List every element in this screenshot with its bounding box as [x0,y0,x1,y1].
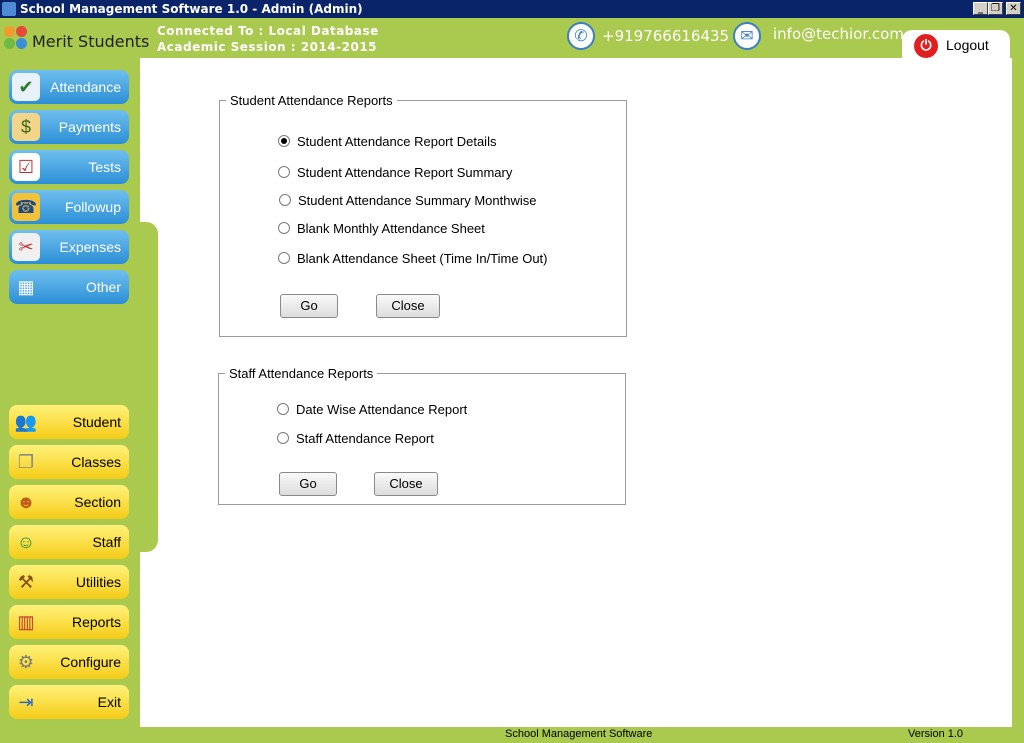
student-report-option[interactable]: Student Attendance Summary Monthwise [279,193,536,209]
option-label: Student Attendance Summary Monthwise [298,193,537,208]
phone-number: +919766616435 [602,27,730,45]
sidebar-item-label: Expenses [59,239,121,255]
radio-button[interactable] [279,194,291,206]
sidebar-item-label: Staff [92,534,121,550]
student-close-button[interactable]: Close [376,294,440,318]
window-titlebar: School Management Software 1.0 - Admin (… [0,0,1024,18]
student-go-button[interactable]: Go [280,294,338,318]
classes-icon: ❐ [17,452,35,472]
minimize-button[interactable]: _ [973,2,988,15]
student-icon: 👥 [14,412,38,432]
radio-button[interactable] [278,252,290,264]
status-app-name: School Management Software [505,728,653,740]
option-label: Blank Attendance Sheet (Time In/Time Out… [297,251,548,266]
option-label: Student Attendance Report Summary [297,165,513,180]
email-icon: ✉ [733,22,761,50]
option-label: Staff Attendance Report [296,431,434,446]
sidebar-item-label: Other [85,279,121,295]
student-report-option[interactable]: Blank Monthly Attendance Sheet [278,221,485,237]
logo-text: Merit Students [32,32,150,51]
phone-icon: ✆ [567,22,595,50]
connection-info: Connected To : Local Database Academic S… [157,23,379,55]
student-reports-legend: Student Attendance Reports [230,93,393,108]
radio-button[interactable] [277,432,289,444]
option-label: Blank Monthly Attendance Sheet [297,221,485,236]
student-report-option[interactable]: Student Attendance Report Summary [278,165,512,181]
sidebar-item-reports[interactable]: ▥ Reports [9,605,129,639]
sidebar-item-label: Student [72,414,121,430]
staff-report-option[interactable]: Staff Attendance Report [277,431,434,447]
sidebar-item-configure[interactable]: ⚙ Configure [9,645,129,679]
utilities-icon: ⚒ [17,572,35,592]
sidebar-item-label: Configure [60,654,121,670]
power-icon: ⏻ [914,34,938,58]
sidebar-notch [140,222,158,552]
radio-button[interactable] [277,403,289,415]
email-address: info@techior.com [773,25,904,43]
sidebar-item-utilities[interactable]: ⚒ Utilities [9,565,129,599]
radio-button[interactable] [278,135,290,147]
sidebar-item-staff[interactable]: ☺ Staff [9,525,129,559]
sidebar-item-classes[interactable]: ❐ Classes [9,445,129,479]
option-label: Student Attendance Report Details [297,134,497,149]
radio-button[interactable] [278,166,290,178]
student-report-option[interactable]: Blank Attendance Sheet (Time In/Time Out… [278,251,548,267]
grid-icon: ▦ [17,277,35,297]
sidebar-item-payments[interactable]: $ Payments [9,110,129,144]
phone-icon: ☎ [12,193,40,221]
tests-icon: ☑ [12,153,40,181]
sidebar-item-tests[interactable]: ☑ Tests [9,150,129,184]
staff-go-button[interactable]: Go [279,472,337,496]
expenses-icon: ✂ [12,233,40,261]
payments-icon: $ [12,113,40,141]
sidebar-item-followup[interactable]: ☎ Followup [9,190,129,224]
staff-reports-legend: Staff Attendance Reports [229,366,374,381]
option-label: Date Wise Attendance Report [296,402,468,417]
section-icon: ☻ [16,492,36,512]
attendance-icon: ✔ [12,73,40,101]
staff-report-option[interactable]: Date Wise Attendance Report [277,402,467,418]
sidebar-item-label: Classes [71,454,121,470]
sidebar-item-exit[interactable]: ⇥ Exit [9,685,129,719]
sidebar-item-section[interactable]: ☻ Section [9,485,129,519]
logo-icon [4,26,30,52]
sidebar-item-label: Followup [64,199,121,215]
sidebar-item-label: Attendance [50,79,121,95]
window-title: School Management Software 1.0 - Admin (… [20,2,363,16]
gear-icon: ⚙ [17,652,35,672]
staff-close-button[interactable]: Close [374,472,438,496]
sidebar-item-label: Reports [71,614,121,630]
logout-label: Logout [946,37,989,53]
status-version: Version 1.0 [908,728,964,740]
sidebar-item-expenses[interactable]: ✂ Expenses [9,230,129,264]
restore-button[interactable]: ❐ [988,2,1003,15]
close-window-button[interactable]: ✕ [1006,2,1021,15]
sidebar-item-attendance[interactable]: ✔ Attendance [9,70,129,104]
sidebar-item-label: Section [74,494,121,510]
radio-button[interactable] [278,222,290,234]
status-bar: School Management Software Version 1.0 [0,727,1024,743]
sidebar-item-student[interactable]: 👥 Student [9,405,129,439]
connection-status: Connected To : Local Database [157,24,379,38]
app-icon [2,2,16,16]
academic-session: Academic Session : 2014-2015 [157,40,378,54]
student-report-option[interactable]: Student Attendance Report Details [278,134,496,150]
sidebar-item-label: Payments [58,119,121,135]
exit-icon: ⇥ [18,692,34,712]
sidebar-item-label: Tests [88,159,121,175]
sidebar-item-label: Utilities [75,574,121,590]
sidebar-item-label: Exit [97,694,121,710]
reports-icon: ▥ [17,612,35,632]
app-header: Merit Students Connected To : Local Data… [0,18,1024,70]
sidebar-item-other[interactable]: ▦ Other [9,270,129,304]
staff-icon: ☺ [16,532,36,552]
